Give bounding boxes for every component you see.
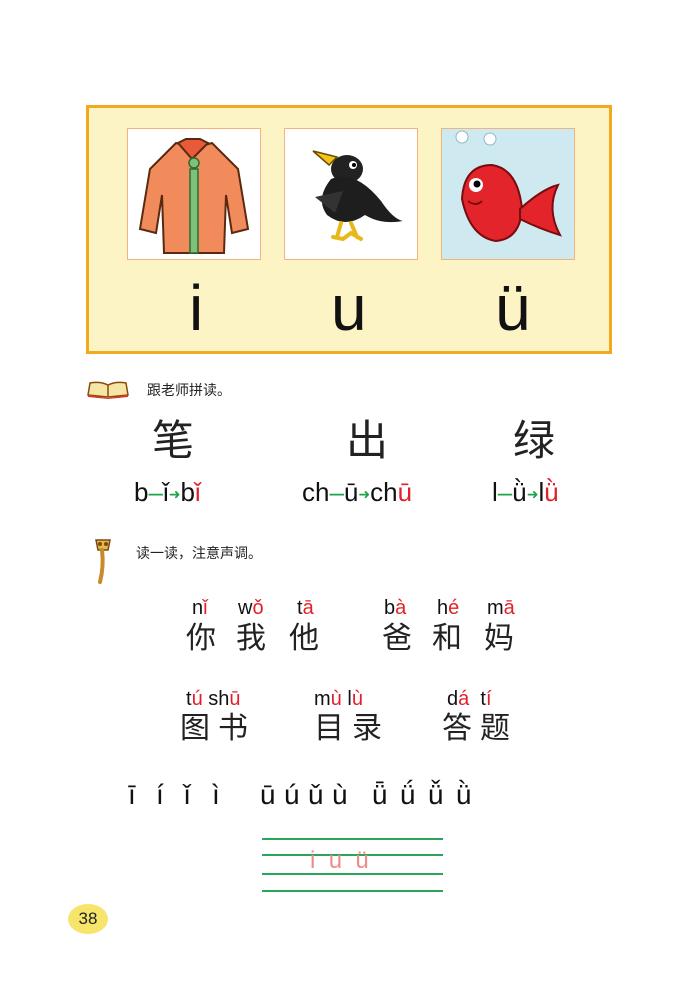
fish-illustration xyxy=(441,128,575,260)
pinyin-ni: nǐ xyxy=(192,597,208,619)
hanzi-ta: 他 xyxy=(289,621,327,656)
torch-icon xyxy=(90,536,116,590)
writing-line-4 xyxy=(262,890,443,892)
spelling-bi: b–ǐ➜bǐ xyxy=(134,477,201,507)
hanzi-ba: 爸 xyxy=(382,621,420,656)
section1-heading: 跟老师拼读。 xyxy=(147,383,231,399)
crow-illustration xyxy=(284,128,418,260)
hanzi-mulu: 目录 xyxy=(314,711,390,746)
crow-icon xyxy=(312,150,403,242)
pinyin-ta: tā xyxy=(297,597,314,619)
page-number: 38 xyxy=(68,904,108,934)
hanzi-ma: 妈 xyxy=(484,621,522,656)
hanzi-tushu: 图书 xyxy=(180,711,256,746)
spelling-chu: ch–ū➜chū xyxy=(302,477,413,507)
picture-panel: i u ü xyxy=(86,105,612,354)
letter-u: u xyxy=(331,272,367,344)
pinyin-tushu: tú shū xyxy=(186,688,241,710)
section2-heading: 读一读，注意声调。 xyxy=(136,546,262,562)
writing-letters: i u ü xyxy=(310,847,369,874)
char-lv: 绿 xyxy=(513,416,556,465)
pinyin-ma: mā xyxy=(487,597,515,619)
hanzi-he: 和 xyxy=(432,621,470,656)
book-icon xyxy=(86,379,130,403)
hanzi-ni: 你 xyxy=(186,621,224,656)
tone-row: īíǐìūúǔùǖǘǚǜ xyxy=(128,779,472,810)
pinyin-mulu: mù lù xyxy=(314,688,363,710)
pinyin-ba: bà xyxy=(384,597,407,619)
hanzi-dati: 答题 xyxy=(442,711,518,746)
shirt-icon xyxy=(138,138,250,254)
pinyin-he: hé xyxy=(437,597,460,619)
spelling-lv: l–ǜ➜lǜ xyxy=(492,477,559,507)
char-chu: 出 xyxy=(346,416,389,465)
letter-u-umlaut: ü xyxy=(495,272,531,344)
hanzi-wo: 我 xyxy=(236,621,274,656)
shirt-illustration xyxy=(127,128,261,260)
pinyin-wo: wǒ xyxy=(238,597,264,619)
letter-i: i xyxy=(189,272,204,344)
pinyin-dati: dá tí xyxy=(447,688,492,710)
fish-icon xyxy=(455,130,563,243)
char-bi: 笔 xyxy=(152,416,195,465)
writing-line-1 xyxy=(262,838,443,840)
